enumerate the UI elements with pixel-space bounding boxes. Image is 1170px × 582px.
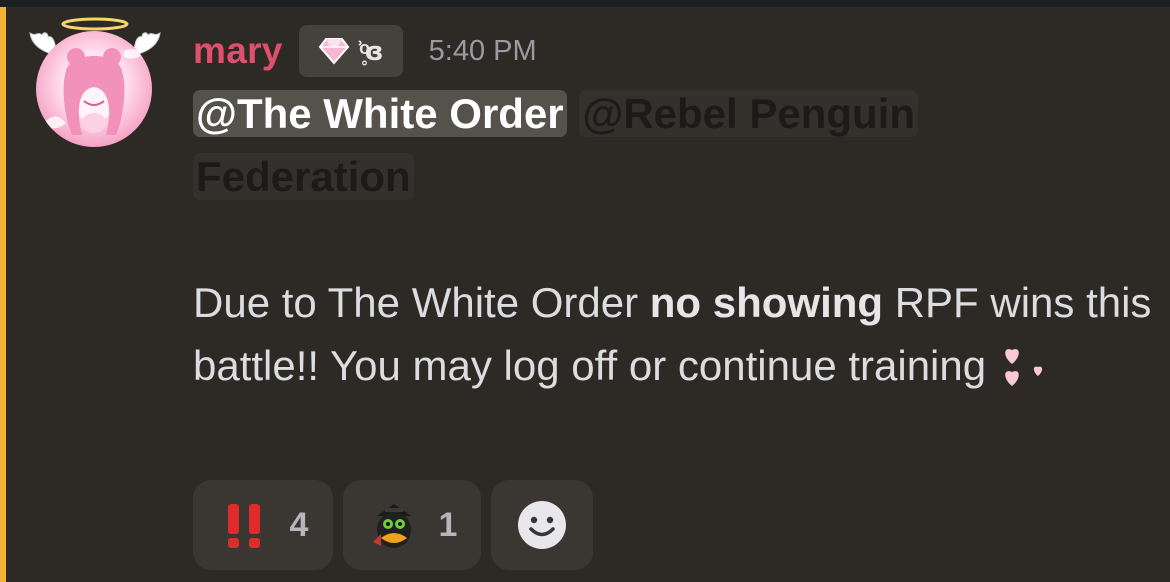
- add-reaction-icon: [518, 501, 566, 549]
- timestamp[interactable]: 5:40 PM: [429, 35, 537, 68]
- pink-hearts-icon: [1005, 349, 1042, 386]
- reaction-count: 1: [438, 505, 458, 544]
- reaction-penguin[interactable]: 1: [343, 480, 481, 570]
- top-divider: [0, 0, 1170, 7]
- double-exclamation-icon: [227, 504, 260, 548]
- avatar-image: [36, 31, 152, 147]
- badge-text: ʾ̥ͦɞ: [355, 36, 384, 67]
- mentions: @The White Order @Rebel Penguin Federati…: [193, 83, 953, 209]
- message-text-part: Due to The White Order: [193, 279, 650, 326]
- mention-highlight-bar: [0, 7, 6, 582]
- message: mary ʾ̥ͦɞ 5:40 PM @The White Order @Rebe…: [0, 7, 1170, 582]
- message-text-bold: no showing: [649, 279, 884, 326]
- diamond-icon: [318, 38, 350, 65]
- reactions-bar: 4 1: [193, 480, 593, 570]
- reaction-exclamation[interactable]: 4: [193, 480, 333, 570]
- reaction-count: 4: [289, 505, 309, 544]
- role-mention-white-order[interactable]: @The White Order: [193, 90, 567, 137]
- user-tag-badge[interactable]: ʾ̥ͦɞ: [298, 25, 403, 77]
- avatar[interactable]: [26, 13, 168, 155]
- penguin-icon: [372, 504, 411, 548]
- message-header: mary ʾ̥ͦɞ 5:40 PM: [193, 25, 537, 77]
- add-reaction-button[interactable]: [491, 480, 593, 570]
- username[interactable]: mary: [193, 30, 283, 72]
- halo-icon: [61, 17, 129, 31]
- message-content: @The White Order @Rebel Penguin Federati…: [193, 83, 1153, 397]
- message-text: Due to The White Order no showing RPF wi…: [193, 271, 1153, 397]
